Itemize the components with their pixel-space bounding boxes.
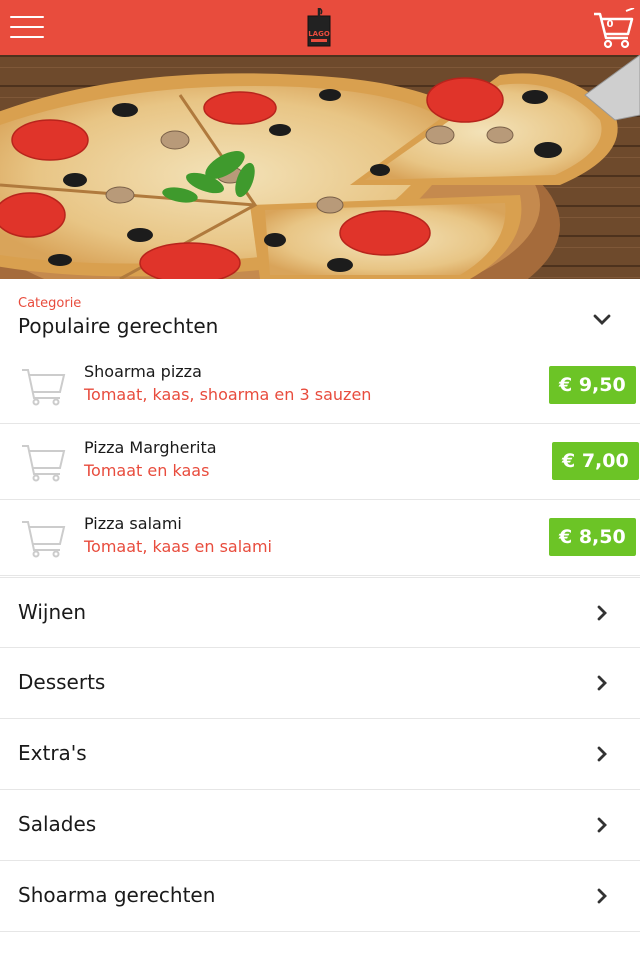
category-item-salades[interactable]: Salades: [0, 790, 640, 861]
chevron-right-icon: [597, 605, 607, 621]
category-select[interactable]: Populaire gerechten: [18, 314, 218, 338]
category-item-label: Salades: [18, 812, 97, 836]
category-item-extras[interactable]: Extra's: [0, 719, 640, 790]
product-name: Pizza salami: [84, 514, 182, 533]
product-row[interactable]: Pizza salami Tomaat, kaas en salami € 8,…: [0, 500, 640, 576]
category-item-wijnen[interactable]: Wijnen: [0, 577, 640, 648]
product-description: Tomaat, kaas, shoarma en 3 sauzen: [84, 385, 372, 404]
category-item-label: Desserts: [18, 670, 106, 694]
chevron-right-icon: [597, 888, 607, 904]
chevron-right-icon: [597, 746, 607, 762]
add-to-cart-icon[interactable]: [20, 518, 66, 558]
category-item-label: Wijnen: [18, 600, 87, 624]
product-name: Pizza Margherita: [84, 438, 217, 457]
add-to-cart-icon[interactable]: [20, 442, 66, 482]
product-row[interactable]: Shoarma pizza Tomaat, kaas, shoarma en 3…: [0, 348, 640, 424]
add-to-cart-icon[interactable]: [20, 366, 66, 406]
price-button[interactable]: € 7,00: [552, 442, 639, 480]
category-item-shoarma-gerechten[interactable]: Shoarma gerechten: [0, 861, 640, 932]
hamburger-menu-icon[interactable]: [10, 16, 44, 38]
chevron-down-icon[interactable]: [592, 312, 612, 328]
chevron-right-icon: [597, 675, 607, 691]
product-description: Tomaat en kaas: [84, 461, 210, 480]
product-description: Tomaat, kaas en salami: [84, 537, 272, 556]
category-item-desserts[interactable]: Desserts: [0, 648, 640, 719]
svg-text:LAGO: LAGO: [308, 30, 330, 38]
product-row[interactable]: Pizza Margherita Tomaat en kaas € 7,00: [0, 424, 640, 500]
chevron-right-icon: [597, 817, 607, 833]
category-item-label: Shoarma gerechten: [18, 883, 216, 907]
lago-logo: LAGO: [307, 8, 331, 47]
price-button[interactable]: € 8,50: [549, 518, 636, 556]
price-button[interactable]: € 9,50: [549, 366, 636, 404]
top-bar: LAGO 0: [0, 0, 640, 55]
category-label: Categorie: [18, 296, 82, 311]
category-item-label: Extra's: [18, 741, 87, 765]
cart-count-badge: 0: [606, 19, 614, 30]
hero-pizza-image: [0, 55, 640, 279]
product-name: Shoarma pizza: [84, 362, 202, 381]
